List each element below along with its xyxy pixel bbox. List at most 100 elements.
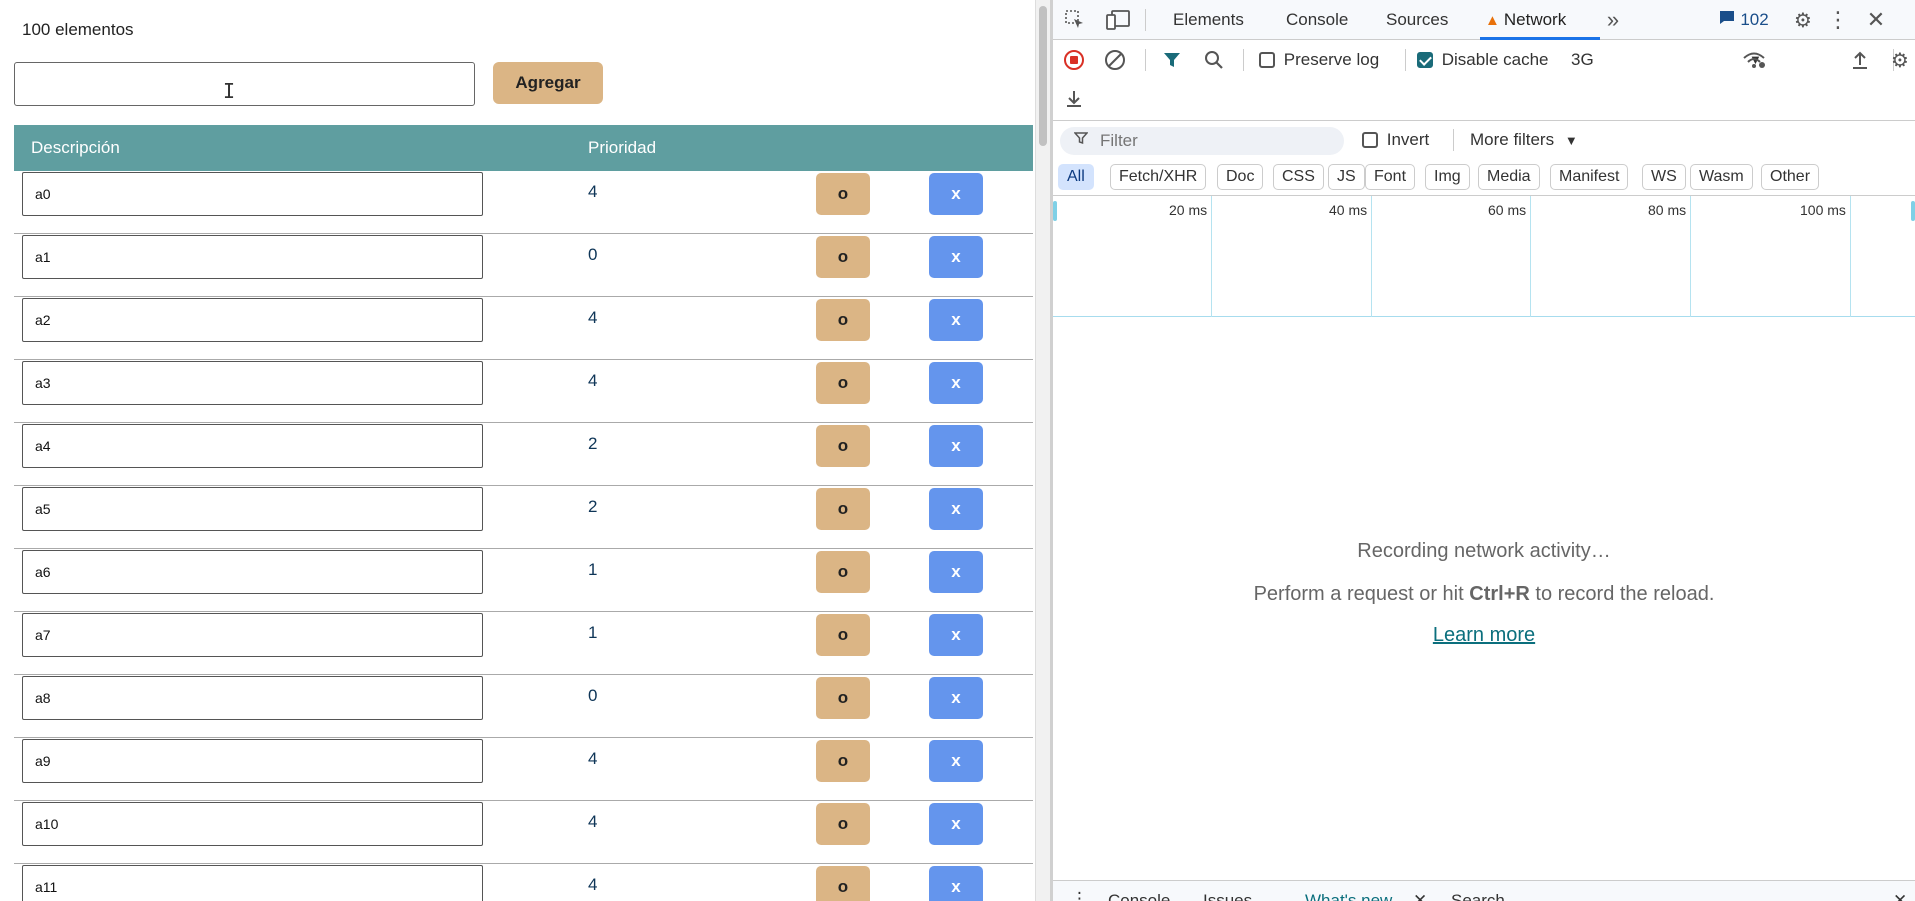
- description-input[interactable]: [22, 298, 483, 342]
- more-tabs-icon[interactable]: »: [1601, 7, 1625, 32]
- delete-button[interactable]: x: [929, 425, 983, 467]
- tab-network[interactable]: ▲ Network: [1485, 10, 1566, 30]
- type-filter-all[interactable]: All: [1058, 164, 1094, 190]
- edit-button[interactable]: o: [816, 173, 870, 215]
- edit-button[interactable]: o: [816, 677, 870, 719]
- description-input[interactable]: [22, 865, 483, 901]
- description-input[interactable]: [22, 235, 483, 279]
- type-filter-fetch-xhr[interactable]: Fetch/XHR: [1110, 164, 1207, 190]
- edit-button[interactable]: o: [816, 551, 870, 593]
- type-filter-ws[interactable]: WS: [1642, 164, 1686, 190]
- description-input[interactable]: [22, 676, 483, 720]
- delete-button[interactable]: x: [929, 551, 983, 593]
- disable-cache-option[interactable]: Disable cache: [1417, 50, 1549, 70]
- tab-elements[interactable]: Elements: [1173, 10, 1244, 30]
- description-input[interactable]: [22, 613, 483, 657]
- type-filter-manifest[interactable]: Manifest: [1550, 164, 1629, 190]
- invert-checkbox[interactable]: [1362, 132, 1378, 148]
- timeline-left-handle[interactable]: [1053, 201, 1057, 221]
- delete-button[interactable]: x: [929, 362, 983, 404]
- timeline-gridline: [1371, 196, 1372, 317]
- record-stop-icon[interactable]: [1063, 49, 1085, 71]
- type-filter-doc[interactable]: Doc: [1217, 164, 1264, 190]
- search-icon[interactable]: [1203, 49, 1225, 71]
- tab-console[interactable]: Console: [1286, 10, 1348, 30]
- inspect-icon[interactable]: [1063, 8, 1087, 32]
- description-input[interactable]: [22, 550, 483, 594]
- edit-button[interactable]: o: [816, 740, 870, 782]
- device-toggle-icon[interactable]: [1105, 8, 1131, 32]
- delete-button[interactable]: x: [929, 173, 983, 215]
- network-settings-icon[interactable]: ⚙: [1889, 49, 1911, 72]
- type-filter-media[interactable]: Media: [1478, 164, 1540, 190]
- type-filter-img[interactable]: Img: [1425, 164, 1470, 190]
- more-filters-button[interactable]: More filters ▼: [1470, 130, 1578, 150]
- drawer-tab-search[interactable]: Search: [1451, 891, 1505, 901]
- drawer-tab-issues[interactable]: Issues: [1203, 891, 1252, 901]
- filter-icon[interactable]: [1161, 49, 1183, 71]
- preserve-log-checkbox[interactable]: [1259, 52, 1275, 68]
- delete-button[interactable]: x: [929, 236, 983, 278]
- description-input[interactable]: [22, 361, 483, 405]
- filter-field[interactable]: [1060, 127, 1344, 155]
- drawer-tab-whats-new[interactable]: What's new: [1305, 891, 1392, 901]
- priority-value: 4: [588, 371, 598, 390]
- export-har-icon[interactable]: [1063, 87, 1085, 109]
- delete-button[interactable]: x: [929, 299, 983, 341]
- timeline-right-handle[interactable]: [1911, 201, 1915, 221]
- edit-button[interactable]: o: [816, 362, 870, 404]
- edit-button[interactable]: o: [816, 803, 870, 845]
- tab-sources[interactable]: Sources: [1386, 10, 1448, 30]
- network-overview-timeline[interactable]: 20 ms 40 ms 60 ms 80 ms 100 ms: [1053, 196, 1915, 317]
- type-filter-wasm[interactable]: Wasm: [1690, 164, 1753, 190]
- preserve-log-option[interactable]: Preserve log: [1259, 50, 1379, 70]
- edit-button[interactable]: o: [816, 488, 870, 530]
- type-filter-js[interactable]: JS: [1328, 164, 1365, 190]
- edit-button[interactable]: o: [816, 614, 870, 656]
- edit-button[interactable]: o: [816, 236, 870, 278]
- table-row: 4 o x: [14, 801, 1033, 864]
- description-input[interactable]: [22, 172, 483, 216]
- description-input[interactable]: [22, 739, 483, 783]
- edit-button[interactable]: o: [816, 425, 870, 467]
- description-input[interactable]: [22, 487, 483, 531]
- delete-button[interactable]: x: [929, 803, 983, 845]
- edit-button[interactable]: o: [816, 866, 870, 901]
- delete-button[interactable]: x: [929, 488, 983, 530]
- delete-button[interactable]: x: [929, 614, 983, 656]
- messages-count: 102: [1740, 10, 1769, 29]
- drawer-tab-console[interactable]: Console: [1108, 891, 1170, 901]
- kebab-menu-icon[interactable]: ⋮: [1827, 7, 1849, 32]
- page-scrollbar[interactable]: [1035, 0, 1050, 901]
- network-conditions-icon[interactable]: [1741, 49, 1767, 71]
- throttling-select[interactable]: 3G ▼: [1571, 50, 1762, 70]
- devtools-panel: Elements Console Sources ▲ Network » 102 …: [1053, 0, 1915, 901]
- messages-button[interactable]: 102: [1709, 8, 1779, 32]
- throttling-value: 3G: [1571, 50, 1594, 69]
- description-input[interactable]: [22, 424, 483, 468]
- priority-value: 2: [588, 434, 598, 453]
- scrollbar-thumb[interactable]: [1039, 6, 1047, 146]
- filter-input[interactable]: [1100, 130, 1330, 152]
- description-input[interactable]: [22, 802, 483, 846]
- disable-cache-checkbox[interactable]: [1417, 52, 1433, 68]
- new-item-input[interactable]: [14, 62, 475, 106]
- add-button[interactable]: Agregar: [493, 62, 603, 104]
- delete-button[interactable]: x: [929, 740, 983, 782]
- invert-option[interactable]: Invert: [1362, 130, 1429, 150]
- import-har-icon[interactable]: [1849, 49, 1871, 71]
- column-description: Descripción: [31, 138, 120, 157]
- settings-icon[interactable]: ⚙: [1791, 8, 1815, 32]
- delete-button[interactable]: x: [929, 677, 983, 719]
- type-filter-font[interactable]: Font: [1365, 164, 1416, 190]
- clear-icon[interactable]: [1104, 49, 1126, 71]
- drawer-kebab-icon[interactable]: ⋮: [1071, 889, 1088, 901]
- edit-button[interactable]: o: [816, 299, 870, 341]
- delete-button[interactable]: x: [929, 866, 983, 901]
- learn-more-link[interactable]: Learn more: [1433, 624, 1535, 647]
- close-icon[interactable]: ✕: [1864, 7, 1888, 32]
- drawer-tab-close-icon[interactable]: ✕: [1413, 891, 1427, 901]
- type-filter-css[interactable]: CSS: [1273, 164, 1324, 190]
- drawer-close-icon[interactable]: ✕: [1893, 891, 1907, 901]
- type-filter-other[interactable]: Other: [1761, 164, 1820, 190]
